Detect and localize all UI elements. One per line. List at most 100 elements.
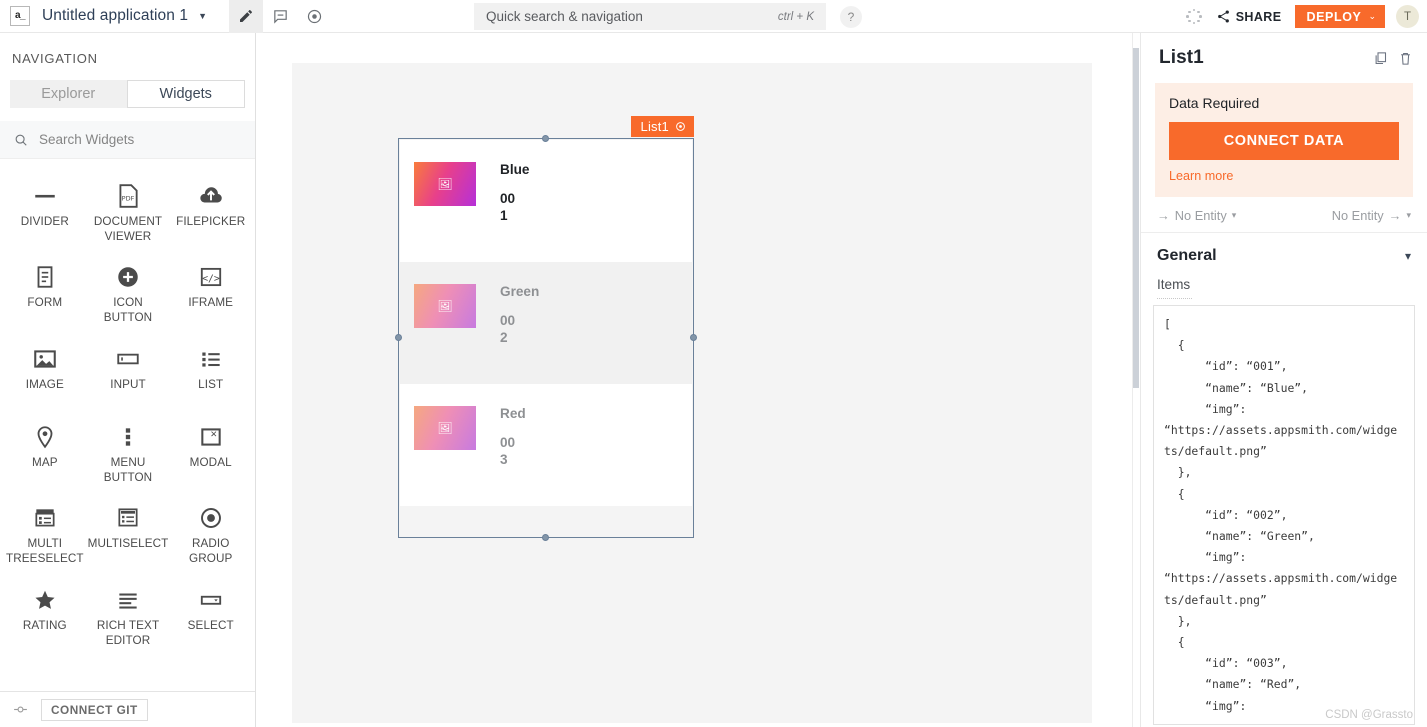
iframe-icon: </>	[198, 262, 224, 292]
resize-handle-bottom[interactable]	[542, 534, 549, 541]
star-icon	[32, 585, 58, 615]
items-field-label: Items	[1157, 275, 1193, 299]
widget-image[interactable]: IMAGE	[4, 336, 86, 414]
widget-form[interactable]: FORM	[4, 254, 86, 335]
widget-label: MAP	[31, 455, 58, 469]
connect-git-button[interactable]: CONNECT GIT	[41, 698, 148, 721]
resize-handle-left[interactable]	[395, 334, 402, 341]
widget-rating[interactable]: RATING	[4, 577, 86, 658]
trash-icon[interactable]	[1398, 51, 1413, 66]
input-icon	[115, 344, 141, 374]
edit-mode-button[interactable]	[229, 0, 264, 33]
widget-iframe[interactable]: </> IFRAME	[170, 254, 251, 335]
widget-label: SELECT	[187, 618, 234, 632]
widget-modal[interactable]: ✕ MODAL	[170, 414, 251, 495]
arrow-right-icon: →	[1157, 208, 1170, 223]
deploy-button[interactable]: DEPLOY ⌄	[1295, 5, 1385, 28]
item-name: Blue	[500, 162, 530, 177]
menu-button-icon	[115, 422, 141, 452]
map-pin-icon	[32, 422, 58, 452]
list-item[interactable]: 🖼 Red 003	[400, 384, 692, 506]
widget-palette: DIVIDER PDF DOCUMENT VIEWER FILEPICKER F…	[0, 159, 255, 691]
canvas-area[interactable]: List1 🖼 Blue 001 🖼 Green 002 🖼 Red 003	[256, 33, 1132, 727]
list-items-container: 🖼 Blue 001 🖼 Green 002 🖼 Red 003	[400, 140, 692, 536]
arrow-right-icon: →	[1388, 208, 1402, 223]
widget-rich-text-editor[interactable]: RICH TEXT EDITOR	[86, 577, 171, 658]
sidebar-tabs: Explorer Widgets	[10, 80, 245, 108]
rich-text-editor-icon	[115, 585, 141, 615]
copy-icon[interactable]	[1373, 51, 1388, 66]
previous-entity-label: No Entity	[1174, 208, 1227, 223]
svg-text:✕: ✕	[210, 430, 217, 440]
widget-menu-button[interactable]: MENU BUTTON	[86, 414, 171, 495]
item-text: Blue 001	[500, 162, 529, 225]
app-title: Untitled application 1	[42, 7, 189, 24]
help-button[interactable]: ?	[840, 6, 862, 28]
widget-label: LIST	[198, 377, 224, 391]
widget-list[interactable]: LIST	[170, 336, 251, 414]
share-label: SHARE	[1235, 9, 1282, 24]
resize-handle-top[interactable]	[542, 135, 549, 142]
preview-mode-button[interactable]	[297, 0, 331, 33]
item-image: 🖼	[414, 162, 476, 206]
app-title-dropdown[interactable]: Untitled application 1 ▼	[40, 7, 207, 25]
user-avatar[interactable]: T	[1396, 5, 1419, 28]
scrollbar-thumb[interactable]	[1133, 48, 1139, 388]
widget-label: ICON BUTTON	[103, 296, 153, 325]
widget-name-badge[interactable]: List1	[630, 116, 694, 137]
chevron-down-icon: ▼	[198, 11, 208, 21]
list-item[interactable]: 🖼 Blue 001	[400, 140, 692, 262]
list-item[interactable]: 🖼 Green 002	[400, 262, 692, 384]
widget-input[interactable]: INPUT	[86, 336, 171, 414]
search-widgets-placeholder: Search Widgets	[39, 132, 135, 147]
property-pane-scrollbar[interactable]	[1132, 33, 1140, 727]
list1-widget[interactable]: List1 🖼 Blue 001 🖼 Green 002 🖼 Red 003	[395, 116, 697, 541]
app-icon-glyph: a_	[14, 10, 26, 21]
share-button[interactable]: SHARE	[1213, 7, 1285, 26]
widget-label: RICH TEXT EDITOR	[96, 618, 160, 647]
tab-widgets[interactable]: Widgets	[126, 80, 245, 108]
widget-divider[interactable]: DIVIDER	[4, 173, 86, 254]
quick-search-input[interactable]: Quick search & navigation ctrl + K	[474, 3, 826, 30]
widget-document-viewer[interactable]: PDF DOCUMENT VIEWER	[86, 173, 171, 254]
image-placeholder-icon: 🖼	[437, 421, 453, 435]
widget-filepicker[interactable]: FILEPICKER	[170, 173, 251, 254]
connect-git-label: CONNECT GIT	[51, 702, 138, 717]
tab-explorer[interactable]: Explorer	[10, 80, 127, 108]
widget-multiselect[interactable]: MULTISELECT	[86, 495, 171, 576]
git-branch-icon	[14, 706, 27, 713]
learn-more-link[interactable]: Learn more	[1169, 169, 1399, 183]
items-code-text: [ { “id”: “001”, “name”: “Blue”, “img”: …	[1164, 317, 1398, 713]
item-name: Red	[500, 406, 526, 421]
widget-label: MULTISELECT	[87, 537, 169, 551]
widget-radio-group[interactable]: RADIO GROUP	[170, 495, 251, 576]
chevron-down-icon: ⌄	[1368, 11, 1376, 21]
comment-mode-button[interactable]	[263, 0, 297, 33]
search-widgets-input[interactable]: Search Widgets	[0, 121, 255, 159]
select-icon	[198, 585, 224, 615]
widget-map[interactable]: MAP	[4, 414, 86, 495]
chevron-down-icon: ▾	[1231, 210, 1237, 220]
widget-multi-treeselect[interactable]: MULTI TREESELECT	[4, 495, 86, 576]
app-logo[interactable]: a_	[0, 6, 40, 29]
items-code-editor[interactable]: [ { “id”: “001”, “name”: “Blue”, “img”: …	[1153, 305, 1415, 725]
item-name: Green	[500, 284, 540, 299]
next-entity-selector[interactable]: No Entity → ▾	[1332, 208, 1411, 223]
gear-icon[interactable]	[675, 121, 686, 132]
app-canvas[interactable]: List1 🖼 Blue 001 🖼 Green 002 🖼 Red 003	[292, 63, 1092, 723]
chevron-down-icon: ▾	[1406, 210, 1411, 220]
filepicker-icon	[198, 181, 224, 211]
previous-entity-selector[interactable]: → No Entity ▾	[1157, 208, 1236, 223]
navigation-title: NAVIGATION	[12, 51, 98, 66]
general-section-header[interactable]: General ▾	[1141, 233, 1427, 275]
widget-icon-button[interactable]: ICON BUTTON	[86, 254, 171, 335]
widget-select[interactable]: SELECT	[170, 577, 251, 658]
connect-data-button[interactable]: CONNECT DATA	[1169, 122, 1399, 160]
search-shortcut: ctrl + K	[777, 10, 814, 23]
svg-text:PDF: PDF	[122, 194, 135, 202]
help-icon: ?	[847, 10, 855, 24]
image-placeholder-icon: 🖼	[437, 299, 453, 313]
icon-button-icon	[115, 262, 141, 292]
resize-handle-right[interactable]	[690, 334, 697, 341]
data-required-panel: Data Required CONNECT DATA Learn more	[1155, 83, 1413, 197]
